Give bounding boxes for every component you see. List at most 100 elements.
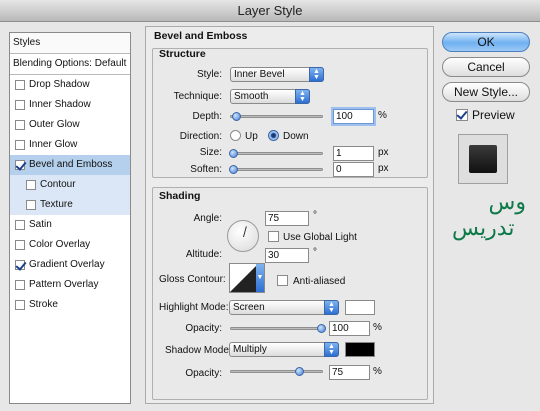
stroke-checkbox[interactable] <box>15 300 25 310</box>
highlight-mode-label: Highlight Mode: <box>159 302 229 313</box>
highlight-opacity-unit: % <box>373 322 382 333</box>
highlight-mode-value: Screen <box>233 302 265 313</box>
shadow-opacity-label: Opacity: <box>185 368 222 379</box>
style-item-label: Outer Glow <box>29 119 80 130</box>
shadow-opacity-slider-thumb[interactable] <box>295 367 304 376</box>
shadow-opacity-slider-track[interactable] <box>230 370 323 373</box>
style-item-outer-glow[interactable]: Outer Glow <box>10 115 130 135</box>
texture-checkbox[interactable] <box>26 200 36 210</box>
highlight-opacity-slider-track[interactable] <box>230 327 323 330</box>
technique-select-value: Smooth <box>234 91 269 102</box>
angle-input[interactable]: 75 <box>265 211 309 226</box>
bevel-and-emboss-title: Bevel and Emboss <box>154 30 248 42</box>
soften-unit: px <box>378 163 389 174</box>
soften-input[interactable]: 0 <box>333 162 374 177</box>
outer-glow-checkbox[interactable] <box>15 120 25 130</box>
soften-slider-thumb[interactable] <box>229 165 238 174</box>
blending-options-item[interactable]: Blending Options: Default <box>10 54 130 75</box>
watermark-logo: وس تدریس <box>452 190 532 260</box>
contour-checkbox[interactable] <box>26 180 36 190</box>
style-item-label: Stroke <box>29 299 58 310</box>
technique-label: Technique: <box>173 91 222 102</box>
style-item-pattern-overlay[interactable]: Pattern Overlay <box>10 275 130 295</box>
shadow-opacity-input[interactable]: 75 <box>329 365 370 380</box>
preview-checkbox[interactable] <box>456 109 468 121</box>
bevel-and-emboss-checkbox[interactable] <box>15 160 25 170</box>
soften-slider-track[interactable] <box>230 168 323 171</box>
new-style-button[interactable]: New Style... <box>442 82 530 102</box>
shadow-mode-value: Multiply <box>233 344 267 355</box>
angle-unit: ° <box>313 210 317 221</box>
size-slider-thumb[interactable] <box>229 149 238 158</box>
altitude-input[interactable]: 30 <box>265 248 309 263</box>
style-item-label: Bevel and Emboss <box>29 159 113 170</box>
highlight-mode-select[interactable]: Screen ▲ ▼ <box>229 300 339 315</box>
style-label: Style: <box>196 69 222 80</box>
style-item-gradient-overlay[interactable]: Gradient Overlay <box>10 255 130 275</box>
altitude-unit: ° <box>313 247 317 258</box>
updown-arrows-icon: ▲ ▼ <box>295 89 310 104</box>
depth-input[interactable]: 100 <box>333 109 374 124</box>
updown-arrows-icon: ▲ ▼ <box>309 67 324 82</box>
gradient-overlay-checkbox[interactable] <box>15 260 25 270</box>
watermark-line-2: تدریس <box>452 216 515 241</box>
gloss-contour-label: Gloss Contour: <box>159 274 226 285</box>
satin-checkbox[interactable] <box>15 220 25 230</box>
angle-label: Angle: <box>193 213 222 224</box>
shadow-opacity-unit: % <box>373 366 382 377</box>
direction-up-radio[interactable] <box>230 130 241 141</box>
style-item-stroke[interactable]: Stroke <box>10 295 130 315</box>
style-item-satin[interactable]: Satin <box>10 215 130 235</box>
pattern-overlay-checkbox[interactable] <box>15 280 25 290</box>
size-slider-track[interactable] <box>230 152 323 155</box>
depth-slider-thumb[interactable] <box>232 112 241 121</box>
preview-toggle[interactable]: Preview <box>456 108 515 122</box>
cancel-button[interactable]: Cancel <box>442 57 530 77</box>
inner-shadow-checkbox[interactable] <box>15 100 25 110</box>
direction-down-label: Down <box>283 131 309 142</box>
size-unit: px <box>378 147 389 158</box>
inner-glow-checkbox[interactable] <box>15 140 25 150</box>
chevron-down-icon: ▼ <box>256 264 264 292</box>
updown-arrows-icon: ▲ ▼ <box>324 300 339 315</box>
style-item-drop-shadow[interactable]: Drop Shadow <box>10 75 130 95</box>
style-item-bevel-and-emboss[interactable]: Bevel and Emboss <box>10 155 130 175</box>
structure-group: Structure Style: Inner Bevel ▲ ▼ Techniqu… <box>152 48 428 178</box>
highlight-opacity-input[interactable]: 100 <box>329 321 370 336</box>
style-item-label: Drop Shadow <box>29 79 90 90</box>
preview-label: Preview <box>472 108 515 122</box>
styles-list: Styles Blending Options: Default Drop Sh… <box>9 32 131 404</box>
angle-dial[interactable] <box>227 220 259 252</box>
style-item-contour[interactable]: Contour <box>10 175 130 195</box>
style-item-inner-shadow[interactable]: Inner Shadow <box>10 95 130 115</box>
preview-thumbnail <box>469 145 497 173</box>
style-item-texture[interactable]: Texture <box>10 195 130 215</box>
depth-slider-track[interactable] <box>230 115 323 118</box>
shadow-mode-select[interactable]: Multiply ▲ ▼ <box>229 342 339 357</box>
style-item-color-overlay[interactable]: Color Overlay <box>10 235 130 255</box>
gloss-contour-picker[interactable]: ▼ <box>229 263 265 293</box>
style-item-label: Inner Glow <box>29 139 78 150</box>
ok-button[interactable]: OK <box>442 32 530 52</box>
gloss-contour-curve-icon <box>230 266 256 292</box>
style-item-label: Satin <box>29 219 52 230</box>
shadow-mode-label: Shadow Mode: <box>165 345 232 356</box>
style-item-inner-glow[interactable]: Inner Glow <box>10 135 130 155</box>
window-title: Layer Style <box>0 0 540 22</box>
color-overlay-checkbox[interactable] <box>15 240 25 250</box>
technique-select[interactable]: Smooth ▲ ▼ <box>230 89 310 104</box>
shadow-color-swatch[interactable] <box>345 342 375 357</box>
size-input[interactable]: 1 <box>333 146 374 161</box>
highlight-opacity-slider-thumb[interactable] <box>317 324 326 333</box>
highlight-color-swatch[interactable] <box>345 300 375 315</box>
styles-header[interactable]: Styles <box>10 33 130 54</box>
direction-down-radio[interactable] <box>268 130 279 141</box>
style-item-label: Texture <box>40 199 73 210</box>
use-global-light-checkbox[interactable] <box>268 231 279 242</box>
anti-aliased-checkbox[interactable] <box>277 275 288 286</box>
style-item-label: Color Overlay <box>29 239 91 250</box>
style-select[interactable]: Inner Bevel ▲ ▼ <box>230 67 324 82</box>
drop-shadow-checkbox[interactable] <box>15 80 25 90</box>
depth-label: Depth: <box>192 111 222 122</box>
updown-arrows-icon: ▲ ▼ <box>324 342 339 357</box>
